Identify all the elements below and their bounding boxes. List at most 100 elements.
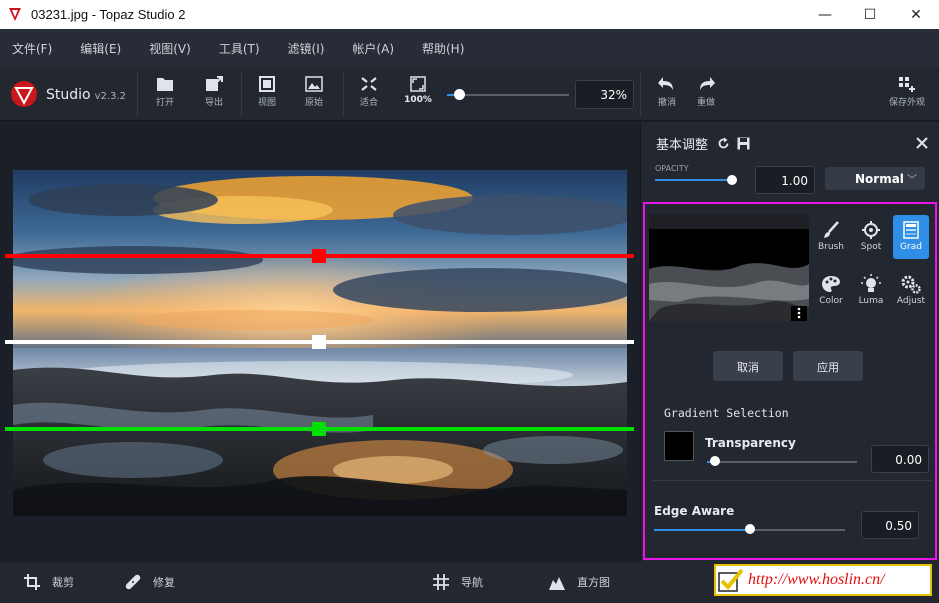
zoom-slider[interactable] <box>447 94 569 96</box>
mask-section: Brush Spot Grad Color Luma Adjust 取消 应用 … <box>643 202 937 560</box>
crop-button[interactable]: 裁剪 <box>24 574 74 590</box>
original-label: 原始 <box>304 98 323 108</box>
zoom-100-button[interactable]: 100% <box>398 76 438 105</box>
adjustment-panel: 基本调整 OPACITY 1.00 Normal ﹀ Brush Spot Gr… <box>640 122 939 562</box>
minimize-button[interactable]: — <box>802 0 848 29</box>
close-panel-icon[interactable] <box>916 137 928 149</box>
mask-color-swatch[interactable] <box>664 431 694 461</box>
toolbar-divider <box>137 72 138 117</box>
section-divider <box>653 480 931 481</box>
save-icon[interactable] <box>737 137 750 150</box>
menu-edit[interactable]: 编辑(E) <box>80 40 121 57</box>
opacity-label: OPACITY <box>655 164 689 173</box>
original-button[interactable]: 原始 <box>294 76 334 108</box>
transparency-value[interactable]: 0.00 <box>871 445 929 473</box>
undo-button[interactable]: 撤消 <box>647 76 687 108</box>
adjust-tool[interactable]: Adjust <box>893 270 929 312</box>
close-window-button[interactable]: ✕ <box>893 0 939 29</box>
transparency-slider[interactable] <box>707 461 857 463</box>
reset-icon[interactable] <box>717 137 730 150</box>
histogram-icon <box>549 577 565 590</box>
window-title: 03231.jpg - Topaz Studio 2 <box>31 7 186 22</box>
watermark-badge: http://www.hoslin.cn/ <box>714 564 932 596</box>
redo-label: 重做 <box>696 98 715 108</box>
repair-button[interactable]: 修复 <box>125 574 175 590</box>
brush-tool[interactable]: Brush <box>813 216 849 258</box>
color-tool[interactable]: Color <box>813 270 849 312</box>
menu-file[interactable]: 文件(F) <box>12 40 52 57</box>
gradient-top-handle[interactable] <box>312 249 326 263</box>
zoom-value[interactable]: 32% <box>575 80 634 109</box>
edge-aware-label: Edge Aware <box>654 504 735 518</box>
gradient-icon <box>903 221 919 239</box>
fit-label: 适合 <box>359 98 378 108</box>
repair-label: 修复 <box>153 576 175 589</box>
color-label: Color <box>819 296 843 306</box>
save-look-button[interactable]: 保存外观 <box>884 76 930 108</box>
title-bar: 03231.jpg - Topaz Studio 2 — ☐ ✕ <box>0 0 939 29</box>
panel-title: 基本调整 <box>656 138 709 153</box>
gradient-bottom-handle[interactable] <box>312 422 326 436</box>
opacity-slider[interactable] <box>655 179 732 181</box>
menu-view[interactable]: 视图(V) <box>149 40 191 57</box>
export-icon <box>206 76 223 91</box>
fullsize-icon <box>410 76 426 92</box>
menu-filters[interactable]: 滤镜(I) <box>288 40 325 57</box>
transparency-slider-knob[interactable] <box>710 456 720 466</box>
transparency-label: Transparency <box>705 436 796 450</box>
mask-thumbnail[interactable] <box>649 214 809 321</box>
brand-version: v2.3.2 <box>94 91 126 102</box>
maximize-button[interactable]: ☐ <box>847 0 893 29</box>
chevron-down-icon: ﹀ <box>907 175 917 186</box>
export-button[interactable]: 导出 <box>194 76 234 108</box>
crop-icon <box>24 574 40 590</box>
brush-icon <box>824 221 839 238</box>
grid-icon <box>433 574 449 590</box>
undo-icon <box>658 77 673 90</box>
menu-account[interactable]: 帐户(A) <box>352 40 394 57</box>
save-look-label: 保存外观 <box>888 98 925 108</box>
histogram-label: 直方图 <box>577 576 610 589</box>
navigate-button[interactable]: 导航 <box>433 574 483 590</box>
opacity-slider-knob[interactable] <box>727 175 737 185</box>
brand: Studio v2.3.2 <box>10 80 126 111</box>
spot-tool[interactable]: Spot <box>853 216 889 258</box>
panel-header: 基本调整 <box>656 134 750 153</box>
toolbar-divider <box>640 72 641 117</box>
apply-button[interactable]: 应用 <box>793 351 863 381</box>
luma-label: Luma <box>858 296 884 306</box>
redo-icon <box>700 77 715 90</box>
crop-label: 裁剪 <box>52 576 74 589</box>
redo-button[interactable]: 重做 <box>686 76 726 108</box>
image-icon <box>305 76 323 92</box>
mask-preview <box>649 214 809 321</box>
gradient-center-handle[interactable] <box>312 335 326 349</box>
app-logo-icon <box>9 8 21 21</box>
histogram-button[interactable]: 直方图 <box>549 574 610 590</box>
menu-bar: 文件(F) 编辑(E) 视图(V) 工具(T) 滤镜(I) 帐户(A) 帮助(H… <box>0 29 939 68</box>
gradient-tool[interactable]: Grad <box>893 215 929 259</box>
folder-icon <box>157 78 173 91</box>
view-button[interactable]: 视图 <box>247 76 287 108</box>
export-label: 导出 <box>204 98 223 108</box>
brand-name: Studio <box>46 87 91 103</box>
edge-aware-value[interactable]: 0.50 <box>861 511 919 539</box>
canvas-area[interactable] <box>0 122 640 562</box>
menu-help[interactable]: 帮助(H) <box>422 40 464 57</box>
luma-tool[interactable]: Luma <box>853 270 889 312</box>
gradient-label: Grad <box>900 242 922 252</box>
edge-aware-slider-fill <box>654 529 750 531</box>
blend-mode-select[interactable]: Normal ﹀ <box>825 167 925 190</box>
adjust-label: Adjust <box>896 296 926 306</box>
fit-button[interactable]: 适合 <box>349 76 389 108</box>
toolbar-divider <box>241 72 242 117</box>
spot-icon <box>862 221 880 239</box>
open-button[interactable]: 打开 <box>145 76 185 108</box>
edge-aware-slider-knob[interactable] <box>744 524 755 534</box>
cancel-button[interactable]: 取消 <box>713 351 783 381</box>
adjust-icon <box>901 275 921 294</box>
opacity-value[interactable]: 1.00 <box>755 166 815 194</box>
palette-icon <box>822 276 840 292</box>
menu-tools[interactable]: 工具(T) <box>219 40 260 57</box>
checkmark-icon <box>718 568 744 592</box>
